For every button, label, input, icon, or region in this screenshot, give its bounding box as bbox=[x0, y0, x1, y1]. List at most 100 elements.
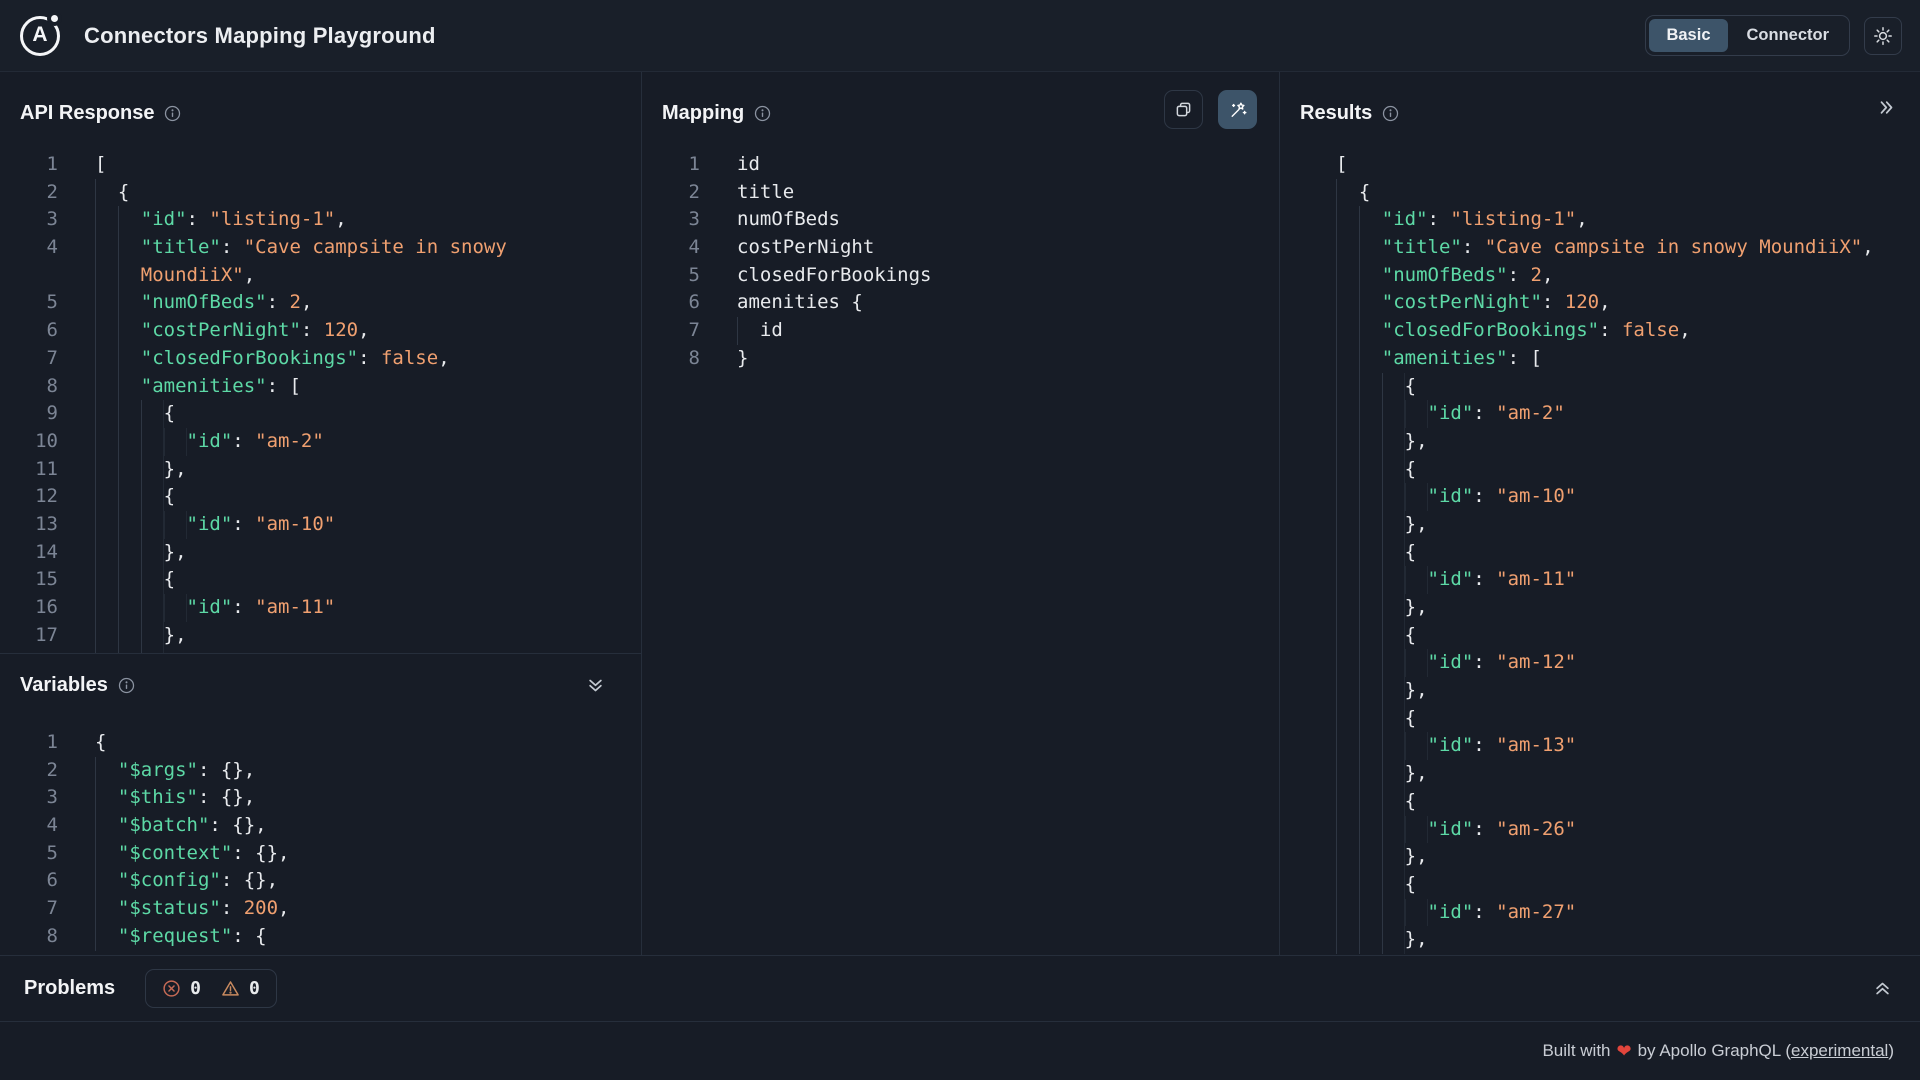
theme-toggle-button[interactable] bbox=[1864, 17, 1902, 55]
mapping-title: Mapping bbox=[662, 102, 744, 125]
results-collapse-button[interactable] bbox=[1877, 98, 1896, 117]
code-line: 12{ bbox=[0, 483, 641, 511]
double-chevron-down-icon bbox=[586, 676, 605, 695]
indent-guide bbox=[1336, 373, 1405, 401]
info-icon[interactable] bbox=[164, 105, 181, 122]
experimental-link[interactable]: experimental bbox=[1791, 1041, 1888, 1061]
code-line: { bbox=[1336, 179, 1920, 207]
code-text: title bbox=[737, 179, 794, 207]
results-viewer[interactable]: [{"id": "listing-1","title": "Cave camps… bbox=[1280, 151, 1920, 954]
problems-expand-button[interactable] bbox=[1873, 979, 1892, 998]
code-line: 2"$args": {}, bbox=[0, 757, 641, 785]
code-text: "closedForBookings": false, bbox=[1382, 317, 1691, 345]
code-text: "$args": {}, bbox=[118, 757, 255, 785]
line-number: 3 bbox=[0, 206, 58, 234]
code-text: }, bbox=[1405, 594, 1428, 622]
mode-button-connector[interactable]: Connector bbox=[1730, 19, 1847, 52]
code-text: "id": "am-12" bbox=[1428, 649, 1577, 677]
code-line: { bbox=[1336, 622, 1920, 650]
info-icon[interactable] bbox=[754, 105, 771, 122]
mode-button-basic[interactable]: Basic bbox=[1649, 19, 1727, 52]
indent-guide bbox=[1336, 622, 1405, 650]
code-text: }, bbox=[1405, 677, 1428, 705]
apollo-logo-icon: A bbox=[20, 16, 60, 56]
code-line: "id": "am-27" bbox=[1336, 899, 1920, 927]
indent-guide bbox=[737, 317, 760, 345]
code-line: 16"id": "am-11" bbox=[0, 594, 641, 622]
problems-summary[interactable]: 0 0 bbox=[145, 969, 277, 1008]
code-line: }, bbox=[1336, 677, 1920, 705]
code-line: "title": "Cave campsite in snowy Moundii… bbox=[1336, 234, 1920, 262]
code-text: "$context": {}, bbox=[118, 840, 290, 868]
copy-mapping-button[interactable] bbox=[1164, 90, 1203, 129]
indent-guide bbox=[95, 812, 118, 840]
indent-guide bbox=[1336, 677, 1405, 705]
indent-guide bbox=[1336, 705, 1405, 733]
code-line: "numOfBeds": 2, bbox=[1336, 262, 1920, 290]
indent-guide bbox=[95, 895, 118, 923]
line-number: 9 bbox=[0, 400, 58, 428]
line-number: 13 bbox=[0, 511, 58, 539]
code-text: }, bbox=[1405, 511, 1428, 539]
indent-guide bbox=[95, 428, 187, 456]
code-text: "numOfBeds": 2, bbox=[1382, 262, 1554, 290]
code-text: "id": "am-11" bbox=[1428, 566, 1577, 594]
line-number: 10 bbox=[0, 428, 58, 456]
info-icon[interactable] bbox=[1382, 105, 1399, 122]
line-number: 4 bbox=[0, 234, 58, 262]
line-number: 5 bbox=[0, 289, 58, 317]
indent-guide bbox=[1336, 594, 1405, 622]
indent-guide bbox=[1336, 483, 1428, 511]
indent-guide bbox=[1336, 206, 1382, 234]
indent-guide bbox=[1336, 926, 1405, 954]
line-number: 3 bbox=[0, 784, 58, 812]
line-number: 4 bbox=[642, 234, 700, 262]
code-line: [ bbox=[1336, 151, 1920, 179]
indent-guide bbox=[95, 757, 118, 785]
indent-guide bbox=[1336, 760, 1405, 788]
code-line: 1id bbox=[642, 151, 1279, 179]
code-line: "id": "am-10" bbox=[1336, 483, 1920, 511]
api-response-editor[interactable]: 1[2{3"id": "listing-1",4"title": "Cave c… bbox=[0, 151, 641, 653]
indent-guide bbox=[95, 539, 164, 567]
line-number: 7 bbox=[642, 317, 700, 345]
logo-letter: A bbox=[32, 23, 47, 47]
generate-mapping-button[interactable] bbox=[1218, 90, 1257, 129]
line-number: 11 bbox=[0, 456, 58, 484]
indent-guide bbox=[95, 483, 164, 511]
mode-toggle: Basic Connector bbox=[1645, 15, 1850, 56]
indent-guide bbox=[1336, 899, 1428, 927]
header-actions: Basic Connector bbox=[1645, 15, 1902, 56]
code-line: 3"id": "listing-1", bbox=[0, 206, 641, 234]
code-text: { bbox=[95, 729, 106, 757]
code-line: "costPerNight": 120, bbox=[1336, 289, 1920, 317]
code-text: { bbox=[164, 483, 175, 511]
code-line: "id": "am-2" bbox=[1336, 400, 1920, 428]
variables-collapse-button[interactable] bbox=[586, 676, 605, 695]
info-icon[interactable] bbox=[118, 677, 135, 694]
warning-icon bbox=[221, 979, 240, 998]
mapping-editor[interactable]: 1id2title3numOfBeds4costPerNight5closedF… bbox=[642, 151, 1279, 373]
indent-guide bbox=[95, 566, 164, 594]
code-line: 6"$config": {}, bbox=[0, 867, 641, 895]
code-text: { bbox=[1405, 456, 1416, 484]
line-number: 16 bbox=[0, 594, 58, 622]
indent-guide bbox=[1336, 511, 1405, 539]
results-title: Results bbox=[1300, 102, 1372, 125]
code-text: "$this": {}, bbox=[118, 784, 255, 812]
code-text: costPerNight bbox=[737, 234, 874, 262]
mapping-panel: Mapping bbox=[642, 72, 1279, 955]
variables-editor[interactable]: 1{2"$args": {},3"$this": {},4"$batch": {… bbox=[0, 729, 641, 951]
code-line: 4"$batch": {}, bbox=[0, 812, 641, 840]
code-line: { bbox=[1336, 705, 1920, 733]
indent-guide bbox=[95, 923, 118, 951]
code-line: "id": "am-12" bbox=[1336, 649, 1920, 677]
main-content: API Response 1[2{3"id": "listing-1",4"ti… bbox=[0, 72, 1920, 955]
code-line: "amenities": [ bbox=[1336, 345, 1920, 373]
indent-guide bbox=[1336, 788, 1405, 816]
problems-bar: Problems 0 0 bbox=[0, 955, 1920, 1021]
code-text: "$config": {}, bbox=[118, 867, 278, 895]
code-text: "title": "Cave campsite in snowy Moundii… bbox=[1382, 234, 1874, 262]
indent-guide bbox=[95, 234, 141, 262]
line-number: 6 bbox=[642, 289, 700, 317]
